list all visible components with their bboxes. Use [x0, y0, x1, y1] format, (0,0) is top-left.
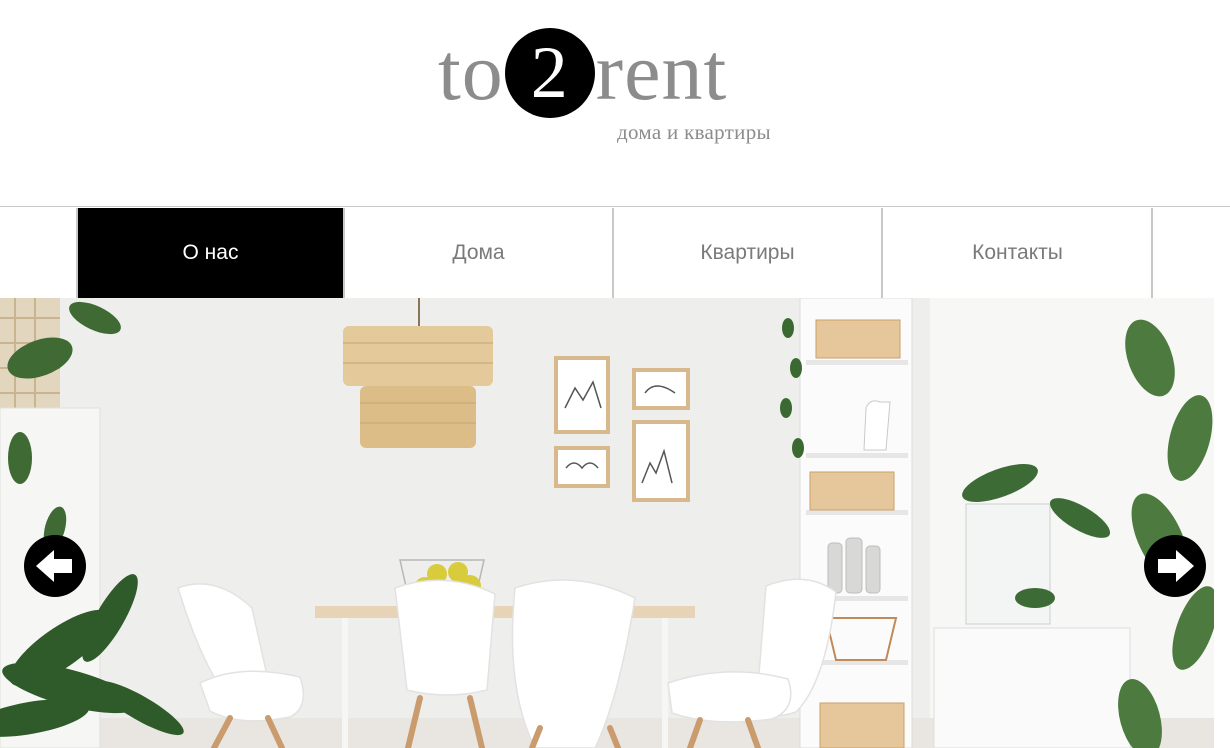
logo-text-rent: rent — [595, 26, 728, 117]
nav-item-about[interactable]: О нас — [76, 208, 345, 298]
logo-circle-digit: 2 — [504, 28, 595, 118]
hero-slider — [0, 298, 1214, 748]
hero-image — [0, 298, 1214, 748]
page-scroll-gutter — [1214, 298, 1230, 748]
logo-text-to: to — [438, 26, 504, 117]
nav-item-apartments[interactable]: Квартиры — [614, 208, 883, 298]
site-logo[interactable]: to 2 rent — [438, 26, 727, 118]
site-header: to 2 rent дома и квартиры — [0, 0, 1230, 206]
logo-tagline: дома и квартиры — [617, 120, 771, 144]
main-navigation: О нас Дома Квартиры Контакты — [0, 206, 1230, 298]
slider-next-button[interactable] — [1144, 535, 1206, 597]
arrow-left-icon — [36, 550, 72, 582]
nav-item-contacts[interactable]: Контакты — [884, 208, 1153, 298]
slider-prev-button[interactable] — [24, 535, 86, 597]
nav-item-houses[interactable]: Дома — [345, 208, 614, 298]
arrow-right-icon — [1158, 550, 1194, 582]
